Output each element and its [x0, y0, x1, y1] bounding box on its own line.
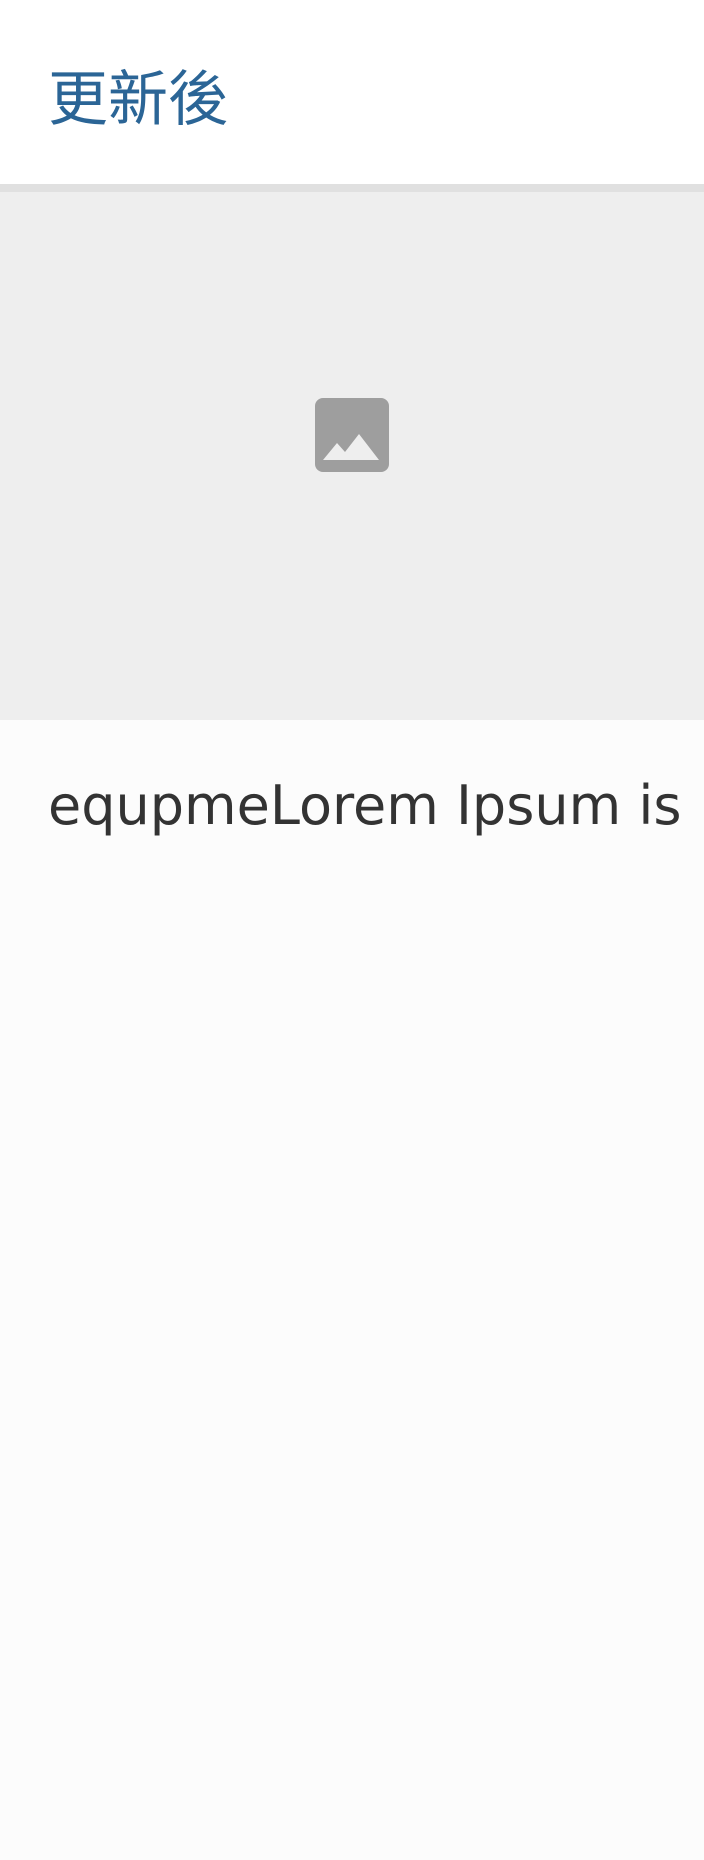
- body-text: equpmeLorem Ipsum is: [48, 774, 682, 837]
- image-placeholder: [0, 192, 704, 720]
- header-divider: [0, 184, 704, 192]
- main-content: equpmeLorem Ipsum is: [0, 720, 704, 1860]
- page-title: 更新後: [48, 65, 228, 135]
- page-header: 更新後: [0, 0, 704, 184]
- image-placeholder-icon: [315, 398, 389, 472]
